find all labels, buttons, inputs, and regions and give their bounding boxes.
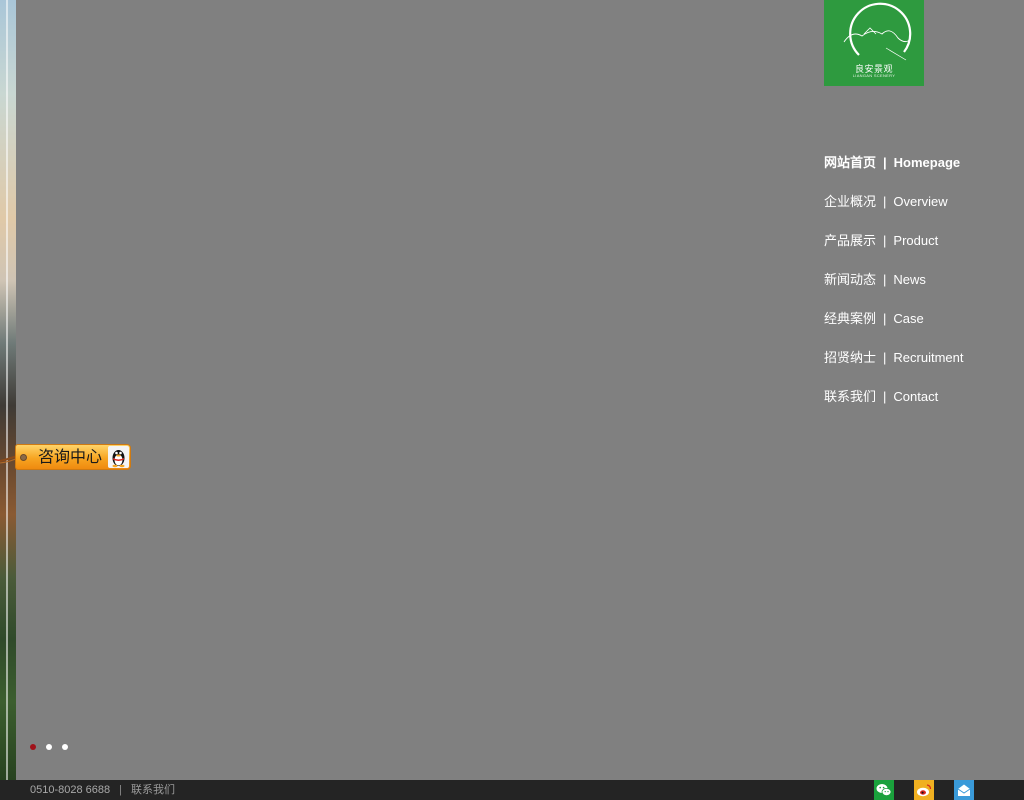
nav-item-overview[interactable]: 企业概况 | Overview [824, 192, 963, 231]
nav-label-cn: 新闻动态 [824, 272, 877, 287]
nav-separator: | [883, 272, 887, 287]
nav-separator: | [883, 311, 887, 326]
nav-label-en: Recruitment [893, 350, 964, 365]
footer-contact-link[interactable]: 联系我们 [131, 784, 175, 796]
nav-label-cn: 联系我们 [824, 389, 877, 404]
weibo-icon[interactable] [914, 780, 934, 800]
nav-link-homepage[interactable]: 网站首页 | Homepage [824, 155, 960, 170]
nav-separator: | [883, 155, 887, 170]
nav-item-case[interactable]: 经典案例 | Case [824, 309, 963, 348]
nav-link-product[interactable]: 产品展示 | Product [824, 233, 938, 248]
consult-center-label: 咨询中心 [38, 449, 103, 466]
nav-link-recruitment[interactable]: 招贤纳士 | Recruitment [824, 350, 963, 365]
nav-link-news[interactable]: 新闻动态 | News [824, 272, 926, 287]
nav-separator: | [883, 233, 887, 248]
nav-label-cn: 企业概况 [824, 194, 877, 209]
nav-label-en: Homepage [893, 155, 961, 170]
qq-penguin-icon [108, 446, 129, 468]
mail-icon[interactable] [954, 780, 974, 800]
nav-label-cn: 招贤纳士 [824, 350, 877, 365]
nav-label-cn: 网站首页 [824, 155, 877, 170]
footer-separator: | [119, 784, 122, 796]
nav-label-en: Contact [893, 389, 939, 404]
nav-link-contact[interactable]: 联系我们 | Contact [824, 389, 938, 404]
slider-pagination [30, 744, 68, 750]
nav-label-cn: 产品展示 [824, 233, 877, 248]
consult-center-widget[interactable]: 咨询中心 [0, 442, 134, 472]
background-photo-edge [0, 0, 16, 780]
footer-info: 0510-8028 6688 | 联系我们 [30, 780, 175, 800]
nav-label-en: Product [893, 233, 939, 248]
slider-dot-2[interactable] [46, 744, 52, 750]
nav-label-cn: 经典案例 [824, 311, 877, 326]
nav-link-case[interactable]: 经典案例 | Case [824, 311, 924, 326]
nav-separator: | [883, 194, 887, 209]
wechat-icon[interactable] [874, 780, 894, 800]
nav-label-en: Case [893, 311, 924, 326]
nav-label-en: News [893, 272, 926, 287]
site-logo[interactable]: 良安景观 LIANGAN SCENERY [824, 0, 924, 86]
nav-link-overview[interactable]: 企业概况 | Overview [824, 194, 948, 209]
nav-item-product[interactable]: 产品展示 | Product [824, 231, 963, 270]
footer-bar: 0510-8028 6688 | 联系我们 [0, 780, 1024, 800]
nav-item-news[interactable]: 新闻动态 | News [824, 270, 963, 309]
nav-item-contact[interactable]: 联系我们 | Contact [824, 387, 963, 426]
slider-dot-1[interactable] [30, 744, 36, 750]
nav-separator: | [883, 350, 887, 365]
slider-dot-3[interactable] [62, 744, 68, 750]
nav-item-recruitment[interactable]: 招贤纳士 | Recruitment [824, 348, 963, 387]
nav-label-en: Overview [893, 194, 948, 209]
logo-name-en: LIANGAN SCENERY [852, 73, 896, 78]
main-navigation: 网站首页 | Homepage 企业概况 | Overview 产品展示 | Product… [824, 153, 963, 426]
nav-item-homepage[interactable]: 网站首页 | Homepage [824, 153, 963, 192]
tag-hole-icon [20, 454, 27, 461]
consult-center-button[interactable]: 咨询中心 [15, 444, 131, 470]
footer-phone: 0510-8028 6688 [30, 784, 111, 796]
nav-separator: | [883, 389, 887, 404]
